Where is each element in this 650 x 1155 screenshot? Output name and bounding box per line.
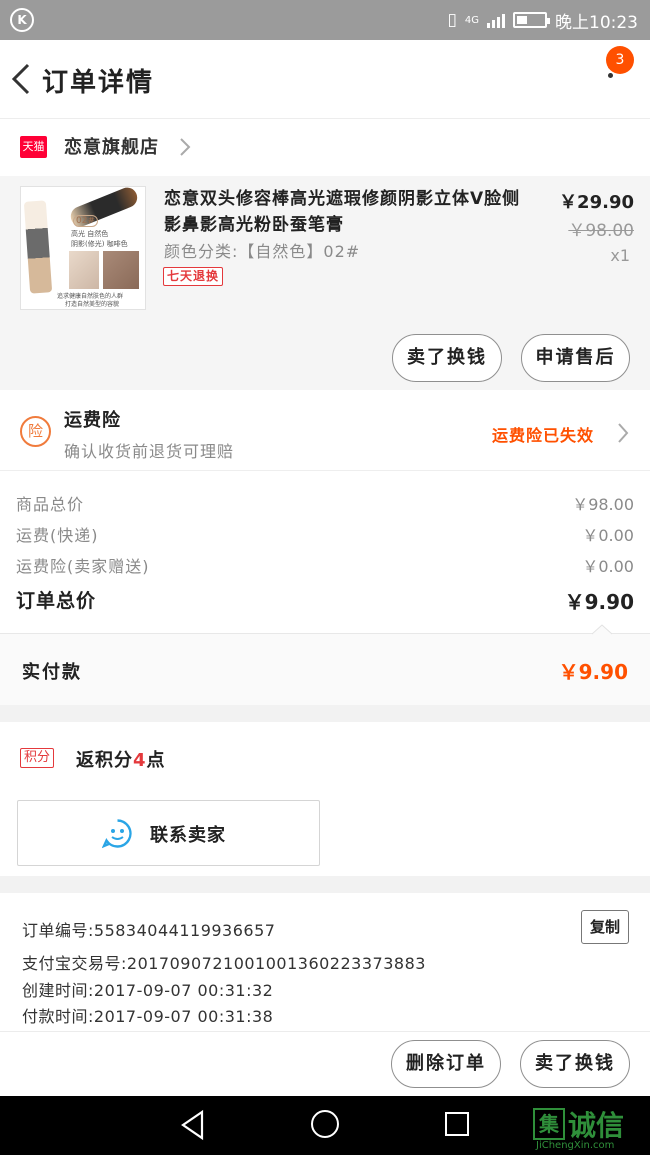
shop-name: 恋意旗舰店	[64, 137, 159, 158]
status-icons: ▯ 4G 晚上10:23	[448, 0, 638, 40]
watermark-url: JiChengXin.com	[536, 1140, 615, 1151]
copy-button[interactable]: 复制	[581, 910, 629, 944]
watermark-logo: 集 诚信	[533, 1105, 624, 1143]
chevron-right-icon	[180, 138, 191, 156]
alipay-trade-number: 支付宝交易号:2017090721001001360223373883	[22, 954, 426, 973]
summary-label-insurance: 运费险(卖家赠送)	[16, 557, 150, 576]
actual-payment-value: ￥9.90	[558, 660, 628, 684]
swatch-light	[69, 251, 99, 289]
shop-row[interactable]: 天猫 恋意旗舰店	[0, 118, 650, 176]
product-sku: 颜色分类:【自然色】02#	[164, 242, 361, 261]
summary-label-goods: 商品总价	[16, 495, 85, 514]
delete-order-button[interactable]: 删除订单	[391, 1040, 501, 1088]
app-notification-icon: K	[10, 8, 34, 32]
points-prefix: 返积分	[76, 750, 133, 771]
actual-payment-row: 实付款 ￥9.90	[0, 633, 650, 705]
caret-up-icon	[592, 624, 612, 635]
system-nav-bar: 集 诚信 JiChengXin.com	[0, 1096, 650, 1155]
insurance-desc: 确认收货前退货可理赔	[64, 442, 235, 461]
summary-value-shipping: ￥0.00	[582, 526, 634, 545]
summary-value-insurance: ￥0.00	[582, 557, 634, 576]
watermark-mark: 集	[533, 1108, 565, 1140]
thumb-code: 02#	[73, 215, 98, 227]
created-time: 创建时间:2017-09-07 00:31:32	[22, 981, 274, 1000]
page-title: 订单详情	[42, 68, 155, 98]
bottom-action-bar: 删除订单 卖了换钱	[0, 1031, 650, 1096]
apply-aftersale-button[interactable]: 申请售后	[521, 334, 630, 382]
battery-icon	[513, 12, 550, 28]
points-text: 返积分4点	[76, 746, 166, 772]
order-total-value: ￥9.90	[564, 590, 634, 614]
nav-bar: 订单详情	[0, 40, 650, 118]
product-thumbnail[interactable]: 02# 高光 自然色 阴影(修光) 咖啡色 追求健康自然肤色的人群 打造自然美型…	[20, 186, 146, 310]
product-card[interactable]: 02# 高光 自然色 阴影(修光) 咖啡色 追求健康自然肤色的人群 打造自然美型…	[0, 176, 650, 390]
status-bar: K ▯ 4G 晚上10:23	[0, 0, 650, 40]
points-suffix: 点	[146, 750, 166, 771]
chat-face-icon	[102, 819, 132, 849]
system-recents-icon[interactable]	[445, 1112, 469, 1136]
price-summary: 商品总价 ￥98.00 运费(快递) ￥0.00 运费险(卖家赠送) ￥0.00…	[0, 470, 650, 633]
seven-day-return-tag: 七天退换	[163, 267, 224, 286]
tmall-logo: 天猫	[20, 136, 47, 158]
order-number: 订单编号:55834044119936657	[22, 921, 276, 940]
product-price: ￥29.90	[559, 192, 634, 213]
back-arrow-icon[interactable]	[8, 62, 38, 96]
insurance-title: 运费险	[64, 410, 121, 431]
paid-time: 付款时间:2017-09-07 00:31:38	[22, 1007, 274, 1026]
points-section: 积分 返积分4点 联系卖家	[0, 722, 650, 876]
concealer-stick-image	[23, 200, 53, 294]
shipping-insurance-row[interactable]: 险 运费险 确认收货前退货可理赔 运费险已失效	[0, 390, 650, 470]
watermark-name: 诚信	[568, 1109, 625, 1142]
chevron-right-icon	[618, 423, 629, 443]
system-back-icon[interactable]	[178, 1109, 208, 1141]
sell-exchange-button[interactable]: 卖了换钱	[520, 1040, 630, 1088]
order-total-label: 订单总价	[16, 590, 97, 612]
contact-seller-button[interactable]: 联系卖家	[17, 800, 320, 866]
sell-exchange-button[interactable]: 卖了换钱	[392, 334, 502, 382]
points-amount: 4	[133, 750, 147, 771]
product-title[interactable]: 恋意双头修容棒高光遮瑕修颜阴影立体V脸侧影鼻影高光粉卧蚕笔膏	[164, 186, 524, 238]
swatch-dark	[103, 251, 139, 289]
actual-payment-label: 实付款	[22, 662, 82, 683]
product-original-price: ￥98.00	[568, 221, 634, 241]
notification-badge: 3	[606, 46, 634, 74]
thumb-line1: 高光 自然色	[71, 230, 109, 238]
clock: 晚上10:23	[555, 12, 638, 33]
contact-seller-label: 联系卖家	[150, 825, 226, 846]
thumb-caption2: 打造自然美型的容貌	[65, 301, 120, 308]
insurance-status: 运费险已失效	[492, 426, 595, 445]
vibrate-icon: ▯	[447, 10, 457, 30]
insurance-icon: 险	[20, 416, 51, 447]
order-info: 订单编号:55834044119936657 支付宝交易号:2017090721…	[0, 893, 650, 1031]
system-home-icon[interactable]	[311, 1110, 339, 1138]
product-quantity: x1	[610, 246, 630, 265]
network-type: 4G	[464, 14, 479, 26]
points-tag: 积分	[20, 748, 55, 768]
summary-label-shipping: 运费(快递)	[16, 526, 99, 545]
thumb-line2: 阴影(修光) 咖啡色	[71, 240, 128, 248]
summary-value-goods: ￥98.00	[572, 495, 634, 514]
signal-icon	[487, 12, 505, 28]
